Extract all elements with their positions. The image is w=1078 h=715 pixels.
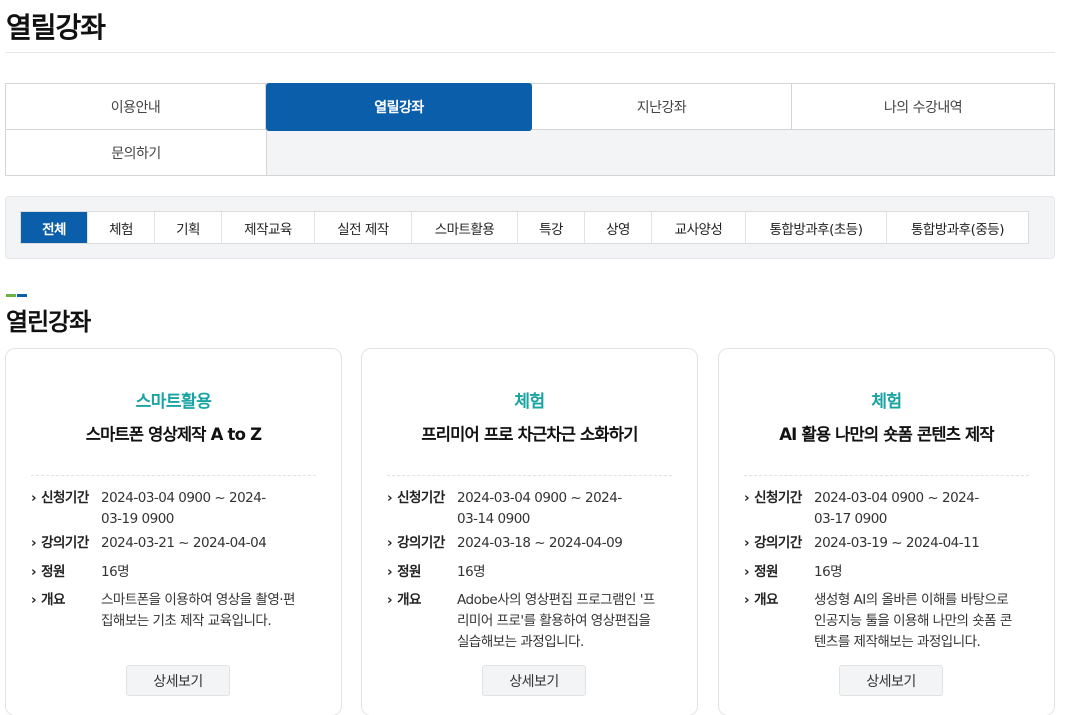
course-card: 체험 프리미어 프로 차근차근 소화하기 신청기간 2024-03-04 090… bbox=[361, 348, 698, 715]
course-period-label: 강의기간 bbox=[744, 533, 814, 554]
section-accent-bar bbox=[6, 294, 27, 297]
course-category: 체험 bbox=[871, 392, 902, 412]
apply-period-row: 신청기간 2024-03-04 0900 ~ 2024-03-14 0900 bbox=[387, 488, 675, 530]
category-filter-list: 전체 체험 기획 제작교육 실전 제작 스마트활용 특강 상영 교사양성 통합방… bbox=[20, 211, 1029, 244]
course-card: 스마트활용 스마트폰 영상제작 A to Z 신청기간 2024-03-04 0… bbox=[5, 348, 342, 715]
capacity-value: 16명 bbox=[101, 564, 130, 580]
course-period-row: 강의기간 2024-03-19 ~ 2024-04-11 bbox=[744, 533, 1032, 554]
course-category: 체험 bbox=[514, 392, 545, 412]
tab-my-enrollments[interactable]: 나의 수강내역 bbox=[792, 84, 1054, 130]
filter-production-education[interactable]: 제작교육 bbox=[222, 212, 315, 243]
capacity-label: 정원 bbox=[31, 562, 101, 583]
accent-green bbox=[6, 294, 16, 297]
filter-planning[interactable]: 기획 bbox=[155, 212, 222, 243]
detail-button[interactable]: 상세보기 bbox=[482, 665, 586, 696]
detail-button[interactable]: 상세보기 bbox=[126, 665, 230, 696]
course-period-row: 강의기간 2024-03-18 ~ 2024-04-09 bbox=[387, 533, 675, 554]
apply-period-value: 2024-03-04 0900 ~ 2024-03-14 0900 bbox=[457, 490, 622, 527]
summary-value: 생성형 AI의 올바른 이해를 바탕으로 인공지능 툴을 이용해 나만의 숏폼 … bbox=[814, 592, 1012, 650]
course-period-label: 강의기간 bbox=[31, 533, 101, 554]
filter-all[interactable]: 전체 bbox=[21, 212, 88, 243]
tab-open-courses[interactable]: 열릴강좌 bbox=[266, 83, 532, 131]
apply-period-value: 2024-03-04 0900 ~ 2024-03-17 0900 bbox=[814, 490, 979, 527]
tab-usage-guide[interactable]: 이용안내 bbox=[6, 84, 266, 130]
course-period-row: 강의기간 2024-03-21 ~ 2024-04-04 bbox=[31, 533, 319, 554]
filter-afterschool-elementary[interactable]: 통합방과후(초등) bbox=[746, 212, 887, 243]
tab-past-courses[interactable]: 지난강좌 bbox=[532, 84, 792, 130]
card-divider bbox=[387, 475, 672, 476]
filter-teacher-training[interactable]: 교사양성 bbox=[652, 212, 746, 243]
capacity-value: 16명 bbox=[814, 564, 843, 580]
summary-row: 개요 생성형 AI의 올바른 이해를 바탕으로 인공지능 툴을 이용해 나만의 … bbox=[744, 590, 1032, 653]
course-category: 스마트활용 bbox=[135, 392, 212, 412]
apply-period-label: 신청기간 bbox=[744, 488, 814, 530]
filter-special-lecture[interactable]: 특강 bbox=[518, 212, 585, 243]
course-title: AI 활용 나만의 숏폼 콘텐츠 제작 bbox=[779, 425, 994, 444]
detail-button[interactable]: 상세보기 bbox=[839, 665, 943, 696]
course-card: 체험 AI 활용 나만의 숏폼 콘텐츠 제작 신청기간 2024-03-04 0… bbox=[718, 348, 1055, 715]
tab-menu: 이용안내 열릴강좌 지난강좌 나의 수강내역 문의하기 bbox=[5, 83, 1055, 176]
page-title: 열릴강좌 bbox=[6, 11, 106, 44]
capacity-row: 정원 16명 bbox=[387, 562, 675, 583]
capacity-value: 16명 bbox=[457, 564, 486, 580]
apply-period-row: 신청기간 2024-03-04 0900 ~ 2024-03-17 0900 bbox=[744, 488, 1032, 530]
section-title: 열린강좌 bbox=[6, 308, 91, 336]
title-divider bbox=[6, 52, 1055, 53]
card-divider bbox=[744, 475, 1029, 476]
apply-period-row: 신청기간 2024-03-04 0900 ~ 2024-03-19 0900 bbox=[31, 488, 319, 530]
summary-row: 개요 Adobe사의 영상편집 프로그램인 '프리미어 프로'를 활용하여 영상… bbox=[387, 590, 675, 653]
course-title: 프리미어 프로 차근차근 소화하기 bbox=[421, 425, 638, 444]
capacity-row: 정원 16명 bbox=[744, 562, 1032, 583]
summary-label: 개요 bbox=[387, 590, 457, 653]
course-period-value: 2024-03-19 ~ 2024-04-11 bbox=[814, 535, 980, 551]
accent-blue bbox=[17, 294, 27, 297]
filter-experience[interactable]: 체험 bbox=[88, 212, 155, 243]
tab-inquiry[interactable]: 문의하기 bbox=[6, 130, 267, 175]
course-period-value: 2024-03-18 ~ 2024-04-09 bbox=[457, 535, 623, 551]
category-filter-bar: 전체 체험 기획 제작교육 실전 제작 스마트활용 특강 상영 교사양성 통합방… bbox=[5, 196, 1055, 259]
apply-period-label: 신청기간 bbox=[387, 488, 457, 530]
course-period-label: 강의기간 bbox=[387, 533, 457, 554]
summary-value: Adobe사의 영상편집 프로그램인 '프리미어 프로'를 활용하여 영상편집을… bbox=[457, 592, 655, 650]
apply-period-label: 신청기간 bbox=[31, 488, 101, 530]
summary-label: 개요 bbox=[31, 590, 101, 632]
summary-value: 스마트폰을 이용하여 영상을 촬영·편집해보는 기초 제작 교육입니다. bbox=[101, 592, 295, 629]
summary-row: 개요 스마트폰을 이용하여 영상을 촬영·편집해보는 기초 제작 교육입니다. bbox=[31, 590, 319, 632]
capacity-label: 정원 bbox=[744, 562, 814, 583]
filter-afterschool-middle[interactable]: 통합방과후(중등) bbox=[887, 212, 1028, 243]
summary-label: 개요 bbox=[744, 590, 814, 653]
card-divider bbox=[31, 475, 316, 476]
course-title: 스마트폰 영상제작 A to Z bbox=[85, 425, 262, 444]
capacity-label: 정원 bbox=[387, 562, 457, 583]
capacity-row: 정원 16명 bbox=[31, 562, 319, 583]
apply-period-value: 2024-03-04 0900 ~ 2024-03-19 0900 bbox=[101, 490, 266, 527]
course-period-value: 2024-03-21 ~ 2024-04-04 bbox=[101, 535, 267, 551]
filter-smart-use[interactable]: 스마트활용 bbox=[412, 212, 518, 243]
filter-practical-production[interactable]: 실전 제작 bbox=[315, 212, 412, 243]
filter-screening[interactable]: 상영 bbox=[585, 212, 652, 243]
